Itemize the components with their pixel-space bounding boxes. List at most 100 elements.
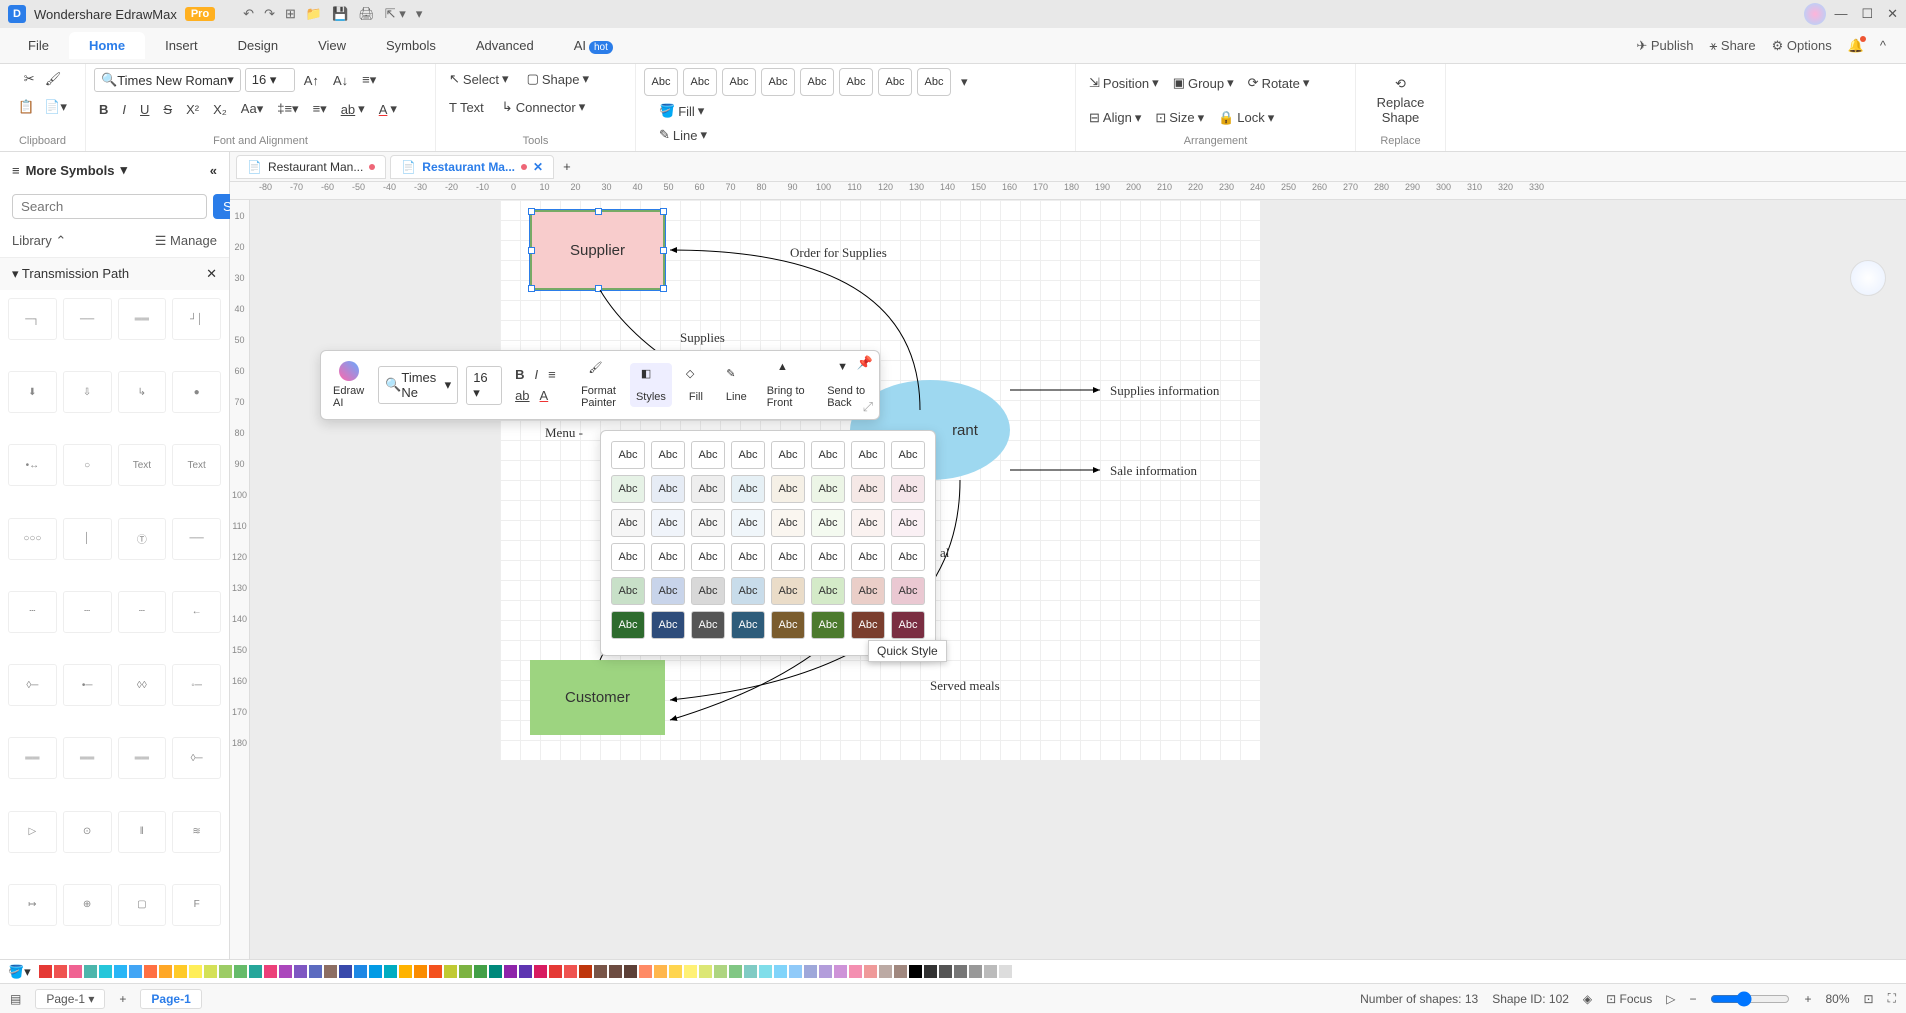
style-chip[interactable]: Abc (811, 577, 845, 605)
shape-item[interactable]: Ⓣ (118, 518, 167, 560)
tab-home[interactable]: Home (69, 32, 145, 59)
color-swatch[interactable] (879, 965, 892, 978)
style-chip[interactable]: Abc (851, 543, 885, 571)
fullscreen-icon[interactable]: ⛶ (1888, 991, 1896, 1006)
case-icon[interactable]: Aa▾ (236, 98, 268, 120)
focus-button[interactable]: ⊡ Focus (1606, 992, 1652, 1006)
color-swatch[interactable] (669, 965, 682, 978)
style-chip[interactable]: Abc (771, 577, 805, 605)
line-spacing-icon[interactable]: ‡≡▾ (272, 98, 303, 120)
shape-item[interactable]: Text (172, 444, 221, 486)
subscript-icon[interactable]: X₂ (208, 98, 232, 120)
shape-item[interactable]: ◊◊ (118, 664, 167, 706)
style-chip[interactable]: Abc (771, 475, 805, 503)
fit-page-icon[interactable]: ⊡ (1864, 992, 1874, 1006)
shape-customer[interactable]: Customer (530, 660, 665, 735)
color-swatch[interactable] (639, 965, 652, 978)
float-align-icon[interactable]: ≡ (543, 364, 561, 385)
new-icon[interactable]: ⊞ (285, 6, 296, 22)
position-button[interactable]: ⇲ Position▾ (1084, 72, 1164, 94)
color-swatch[interactable] (114, 965, 127, 978)
style-chip[interactable]: Abc (811, 543, 845, 571)
minimize-icon[interactable]: — (1834, 6, 1847, 22)
color-swatch[interactable] (984, 965, 997, 978)
color-swatch[interactable] (339, 965, 352, 978)
size-button[interactable]: ⊡ Size▾ (1150, 107, 1209, 129)
tab-design[interactable]: Design (218, 32, 298, 59)
shape-item[interactable]: Text (118, 444, 167, 486)
quick-style-panel[interactable]: AbcAbcAbcAbcAbcAbcAbcAbcAbcAbcAbcAbcAbcA… (600, 430, 936, 656)
shape-item[interactable]: ◊─ (8, 664, 57, 706)
style-chip[interactable]: Abc (891, 475, 925, 503)
document-tab-2[interactable]: 📄 Restaurant Ma... ✕ (390, 155, 554, 179)
color-swatch[interactable] (414, 965, 427, 978)
color-swatch[interactable] (429, 965, 442, 978)
copy-icon[interactable]: 📋 (13, 96, 39, 118)
style-preset-7[interactable]: Abc (878, 68, 912, 96)
float-bring-front[interactable]: ▲Bring to Front (761, 357, 814, 413)
collapse-ribbon-icon[interactable]: ^ (1880, 38, 1886, 54)
tab-ai[interactable]: AIhot (554, 32, 633, 59)
bullets-icon[interactable]: ≡▾ (308, 98, 332, 120)
zoom-slider[interactable] (1710, 991, 1790, 1007)
font-family-select[interactable]: 🔍 Times New Roman ▾ (94, 68, 241, 92)
shape-item[interactable]: ↳ (118, 371, 167, 413)
style-chip[interactable]: Abc (731, 475, 765, 503)
shape-item[interactable]: ┄ (118, 591, 167, 633)
color-swatch[interactable] (924, 965, 937, 978)
float-font-select[interactable]: 🔍 Times Ne ▾ (378, 366, 458, 404)
select-tool[interactable]: ↖ Select ▾ (444, 68, 514, 90)
style-chip[interactable]: Abc (731, 441, 765, 469)
font-size-select[interactable]: 16 ▾ (245, 68, 295, 92)
color-swatch[interactable] (579, 965, 592, 978)
style-preset-1[interactable]: Abc (644, 68, 678, 96)
color-swatch[interactable] (459, 965, 472, 978)
paste-icon[interactable]: 📄▾ (39, 96, 72, 118)
increase-font-icon[interactable]: A↑ (299, 70, 324, 91)
float-format-painter[interactable]: 🖌Format Painter (575, 357, 622, 413)
style-chip[interactable]: Abc (851, 441, 885, 469)
zoom-in-icon[interactable]: + (1804, 992, 1811, 1006)
zoom-out-icon[interactable]: − (1689, 992, 1696, 1006)
style-chip[interactable]: Abc (771, 441, 805, 469)
ai-badge-icon[interactable] (1850, 260, 1886, 296)
page-tab-active[interactable]: Page-1 (140, 989, 201, 1009)
style-chip[interactable]: Abc (851, 611, 885, 639)
share-button[interactable]: ⚹ Share (1709, 38, 1755, 54)
color-swatch[interactable] (969, 965, 982, 978)
bold-icon[interactable]: B (94, 98, 113, 120)
library-dropdown[interactable]: Library ⌃ (12, 233, 66, 249)
color-swatch[interactable] (99, 965, 112, 978)
presentation-icon[interactable]: ▷ (1666, 992, 1675, 1006)
panel-toggle-icon[interactable]: ≡ (12, 163, 20, 178)
color-swatch[interactable] (159, 965, 172, 978)
color-swatch[interactable] (654, 965, 667, 978)
color-swatch[interactable] (774, 965, 787, 978)
shape-item[interactable]: ○ (63, 444, 112, 486)
color-swatch[interactable] (399, 965, 412, 978)
shape-tool[interactable]: ▢ Shape ▾ (522, 68, 594, 90)
color-swatch[interactable] (684, 965, 697, 978)
color-swatch[interactable] (489, 965, 502, 978)
shape-item[interactable]: ● (172, 371, 221, 413)
shape-item[interactable]: ══ (8, 737, 57, 779)
shape-item[interactable]: ┘│ (172, 298, 221, 340)
layers-icon[interactable]: ◈ (1583, 992, 1592, 1006)
shape-item[interactable]: ↦ (8, 884, 57, 926)
style-preset-8[interactable]: Abc (917, 68, 951, 96)
page-tab-1[interactable]: Page-1 ▾ (35, 989, 105, 1009)
shape-item[interactable]: ⬇ (8, 371, 57, 413)
open-icon[interactable]: 📁 (306, 6, 322, 22)
color-swatch[interactable] (69, 965, 82, 978)
float-size-select[interactable]: 16 ▾ (466, 366, 502, 405)
style-chip[interactable]: Abc (691, 611, 725, 639)
color-swatch[interactable] (144, 965, 157, 978)
style-chip[interactable]: Abc (891, 441, 925, 469)
strike-icon[interactable]: S (158, 98, 177, 120)
color-swatch[interactable] (129, 965, 142, 978)
style-preset-5[interactable]: Abc (800, 68, 834, 96)
style-chip[interactable]: Abc (691, 475, 725, 503)
style-chip[interactable]: Abc (611, 543, 645, 571)
shape-item[interactable]: ⊕ (63, 884, 112, 926)
export-icon[interactable]: ⇱ ▾ (385, 6, 406, 22)
